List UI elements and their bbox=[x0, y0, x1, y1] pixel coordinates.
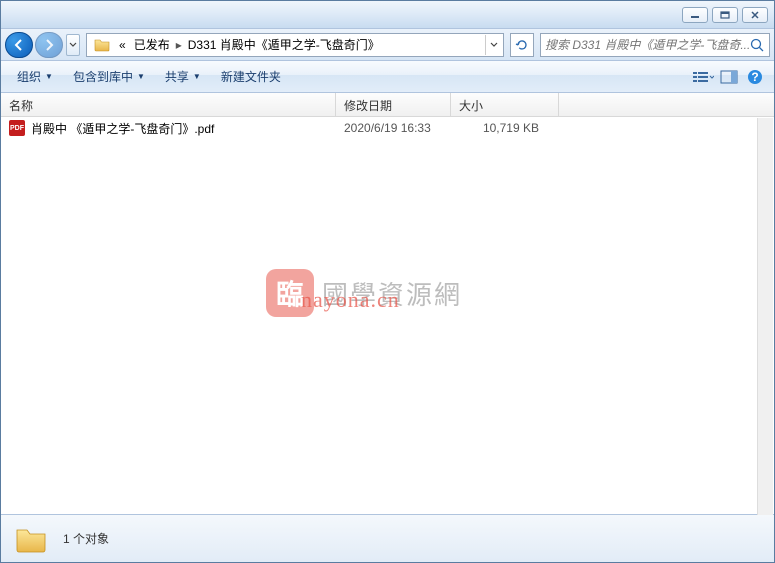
list-item[interactable]: PDF 肖殿中 《遁甲之学-飞盘奇门》.pdf 2020/6/19 16:33 … bbox=[1, 117, 758, 139]
file-size: 10,719 KB bbox=[451, 121, 559, 135]
share-menu[interactable]: 共享 ▼ bbox=[157, 64, 209, 89]
minimize-button[interactable] bbox=[682, 7, 708, 23]
chevron-down-icon: ▼ bbox=[45, 72, 53, 81]
command-bar: 组织 ▼ 包含到库中 ▼ 共享 ▼ 新建文件夹 ? bbox=[1, 61, 774, 93]
preview-pane-button[interactable] bbox=[718, 66, 740, 88]
search-icon bbox=[749, 37, 765, 53]
share-label: 共享 bbox=[165, 68, 189, 85]
status-bar: 1 个对象 bbox=[1, 514, 774, 562]
chevron-down-icon: ▼ bbox=[137, 72, 145, 81]
search-box[interactable] bbox=[540, 33, 770, 57]
help-icon: ? bbox=[747, 69, 763, 85]
pdf-file-icon: PDF bbox=[9, 120, 25, 136]
file-date: 2020/6/19 16:33 bbox=[336, 121, 451, 135]
breadcrumb-prefix: « bbox=[115, 38, 130, 52]
address-dropdown-button[interactable] bbox=[485, 35, 501, 55]
include-label: 包含到库中 bbox=[73, 68, 133, 85]
file-name: 肖殿中 《遁甲之学-飞盘奇门》.pdf bbox=[31, 120, 214, 137]
refresh-button[interactable] bbox=[510, 33, 534, 57]
maximize-icon bbox=[720, 11, 730, 19]
back-button[interactable] bbox=[5, 32, 33, 58]
minimize-icon bbox=[690, 11, 700, 19]
forward-button[interactable] bbox=[35, 32, 63, 58]
status-text: 1 个对象 bbox=[63, 530, 109, 547]
chevron-down-icon: ▼ bbox=[193, 72, 201, 81]
folder-icon bbox=[93, 36, 111, 54]
title-bar[interactable] bbox=[1, 1, 774, 29]
view-options-button[interactable] bbox=[692, 66, 714, 88]
chevron-down-icon bbox=[69, 42, 77, 48]
maximize-button[interactable] bbox=[712, 7, 738, 23]
view-icon bbox=[692, 70, 709, 84]
organize-menu[interactable]: 组织 ▼ bbox=[9, 64, 61, 89]
organize-label: 组织 bbox=[17, 68, 41, 85]
navigation-bar: « 已发布 ▸ D331 肖殿中《遁甲之学-飞盘奇门》 bbox=[1, 29, 774, 61]
breadcrumb-item[interactable]: 已发布 bbox=[130, 36, 174, 53]
refresh-icon bbox=[515, 38, 529, 52]
column-header-date[interactable]: 修改日期 bbox=[336, 93, 451, 116]
vertical-scrollbar[interactable] bbox=[757, 118, 773, 515]
file-list[interactable]: PDF 肖殿中 《遁甲之学-飞盘奇门》.pdf 2020/6/19 16:33 … bbox=[1, 117, 774, 514]
preview-pane-icon bbox=[720, 70, 738, 84]
address-bar[interactable]: « 已发布 ▸ D331 肖殿中《遁甲之学-飞盘奇门》 bbox=[86, 33, 504, 57]
new-folder-button[interactable]: 新建文件夹 bbox=[213, 64, 289, 89]
recent-locations-button[interactable] bbox=[66, 34, 80, 56]
help-button[interactable]: ? bbox=[744, 66, 766, 88]
include-in-library-menu[interactable]: 包含到库中 ▼ bbox=[65, 64, 153, 89]
chevron-down-icon bbox=[709, 70, 715, 84]
chevron-right-icon: ▸ bbox=[174, 38, 184, 52]
svg-text:?: ? bbox=[751, 70, 758, 84]
explorer-window: « 已发布 ▸ D331 肖殿中《遁甲之学-飞盘奇门》 组织 ▼ 包含到库中 ▼… bbox=[0, 0, 775, 563]
chevron-down-icon bbox=[490, 42, 498, 48]
close-icon bbox=[750, 11, 760, 19]
close-button[interactable] bbox=[742, 7, 768, 23]
arrow-left-icon bbox=[12, 38, 26, 52]
arrow-right-icon bbox=[42, 38, 56, 52]
folder-icon bbox=[13, 521, 49, 557]
search-input[interactable] bbox=[545, 38, 749, 52]
column-header-name[interactable]: 名称 bbox=[1, 93, 336, 116]
column-header-row: 名称 修改日期 大小 bbox=[1, 93, 774, 117]
newfolder-label: 新建文件夹 bbox=[221, 68, 281, 85]
column-header-size[interactable]: 大小 bbox=[451, 93, 559, 116]
column-header-spacer bbox=[559, 93, 774, 116]
breadcrumb-item[interactable]: D331 肖殿中《遁甲之学-飞盘奇门》 bbox=[184, 36, 384, 53]
